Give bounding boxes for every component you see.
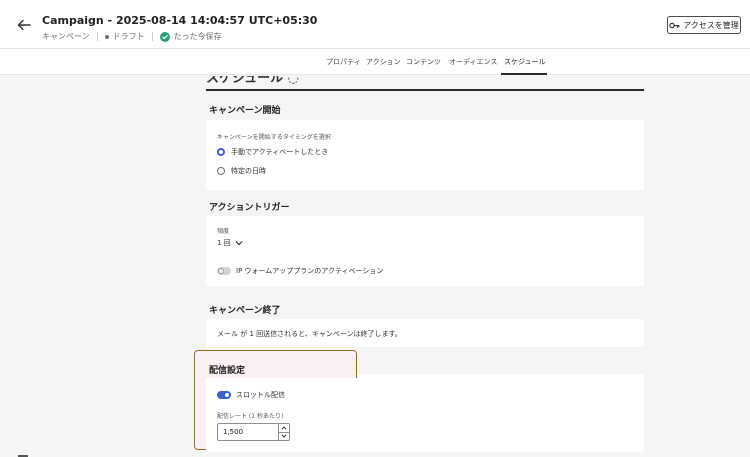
decrement-button[interactable] [279, 431, 289, 441]
campaign-start-card: キャンペーンを開始するタイミングを選択 手動でアクティベートしたとき 特定の日時 [206, 120, 644, 190]
toggle-off-switch [217, 267, 231, 275]
campaign-start-title: キャンペーン開始 [209, 106, 281, 116]
campaign-end-title: キャンペーン終了 [209, 306, 281, 316]
delivery-rate-label: 配信レート (1 秒あたり) [217, 413, 284, 420]
delivery-settings-panel: スロットル配信 配信レート (1 秒あたり) 1,500 [206, 378, 358, 450]
action-trigger-card: 頻度 1 回 IP ウォームアッププランのアクティベーション [206, 216, 644, 286]
frequency-value: 1 回 [217, 239, 231, 247]
frequency-dropdown[interactable]: 1 回 [217, 238, 243, 248]
schedule-section-heading: スケジュール ◌ [206, 76, 299, 86]
tab-properties[interactable]: プロパティ [326, 57, 361, 67]
radio-checked-icon [217, 148, 225, 156]
manage-access-label: アクセスを管理 [683, 20, 739, 30]
saved-check-icon [159, 31, 170, 42]
campaign-type-label: キャンペーン [42, 32, 90, 41]
radio-manual-activation[interactable]: 手動でアクティベートしたとき [217, 147, 328, 157]
delivery-settings-title: 配信設定 [209, 366, 246, 376]
delivery-settings-highlight: 配信設定 スロットル配信 配信レート (1 秒あたり) 1,500 [194, 350, 358, 450]
radio-datetime-label: 特定の日時 [231, 167, 266, 175]
radio-unchecked-icon [217, 167, 225, 175]
status-dot-icon [104, 34, 109, 39]
chevron-down-icon [235, 241, 243, 246]
schedule-content[interactable]: スケジュール ◌ キャンペーン開始 キャンペーンを開始するタイミングを選択 手動… [0, 76, 750, 457]
chevron-down-icon [281, 434, 287, 438]
save-status: たった今保存 [173, 32, 222, 41]
campaign-header: Campaign - 2025-08-14 14:04:57 UTC+05:30… [0, 0, 750, 49]
chevron-up-icon [281, 426, 287, 430]
manage-access-button[interactable]: アクセスを管理 [667, 16, 741, 34]
throttle-delivery-label: スロットル配信 [236, 391, 285, 399]
ip-warmup-label: IP ウォームアッププランのアクティベーション [236, 267, 384, 275]
section-divider [206, 89, 644, 91]
status-label: ドラフト [112, 32, 145, 41]
throttle-delivery-toggle[interactable]: スロットル配信 [217, 390, 285, 400]
campaign-title: Campaign - 2025-08-14 14:04:57 UTC+05:30 [42, 14, 318, 27]
key-icon [669, 22, 680, 28]
campaign-end-text: メール が 1 回送信されると、キャンペーンは終了します。 [217, 330, 402, 338]
stepper-buttons [278, 424, 289, 440]
campaign-start-prompt: キャンペーンを開始するタイミングを選択 [217, 134, 331, 141]
delivery-rate-stepper[interactable]: 1,500 [217, 423, 290, 441]
meta-divider [151, 32, 153, 41]
tab-audience[interactable]: オーディエンス [449, 57, 497, 67]
tab-actions[interactable]: アクション [366, 57, 401, 67]
campaign-meta: キャンペーン ドラフト たった今保存 [42, 31, 222, 42]
radio-manual-label: 手動でアクティベートしたとき [231, 148, 329, 156]
tab-content[interactable]: コンテンツ [406, 57, 441, 67]
campaign-end-card: メール が 1 回送信されると、キャンペーンは終了します。 [206, 319, 644, 347]
tab-bar: プロパティ アクション コンテンツ オーディエンス スケジュール [0, 49, 750, 75]
increment-button[interactable] [279, 424, 289, 432]
radio-specific-datetime[interactable]: 特定の日時 [217, 166, 266, 176]
toggle-on-switch [217, 391, 231, 399]
meta-divider [96, 32, 98, 41]
back-arrow-icon[interactable] [16, 17, 32, 33]
action-trigger-title: アクショントリガー [209, 203, 290, 213]
delivery-rate-value[interactable]: 1,500 [218, 424, 278, 440]
frequency-label: 頻度 [217, 228, 230, 235]
ip-warmup-toggle[interactable]: IP ウォームアッププランのアクティベーション [217, 266, 383, 276]
active-tab-indicator [501, 73, 547, 75]
tab-schedule[interactable]: スケジュール [504, 57, 546, 67]
